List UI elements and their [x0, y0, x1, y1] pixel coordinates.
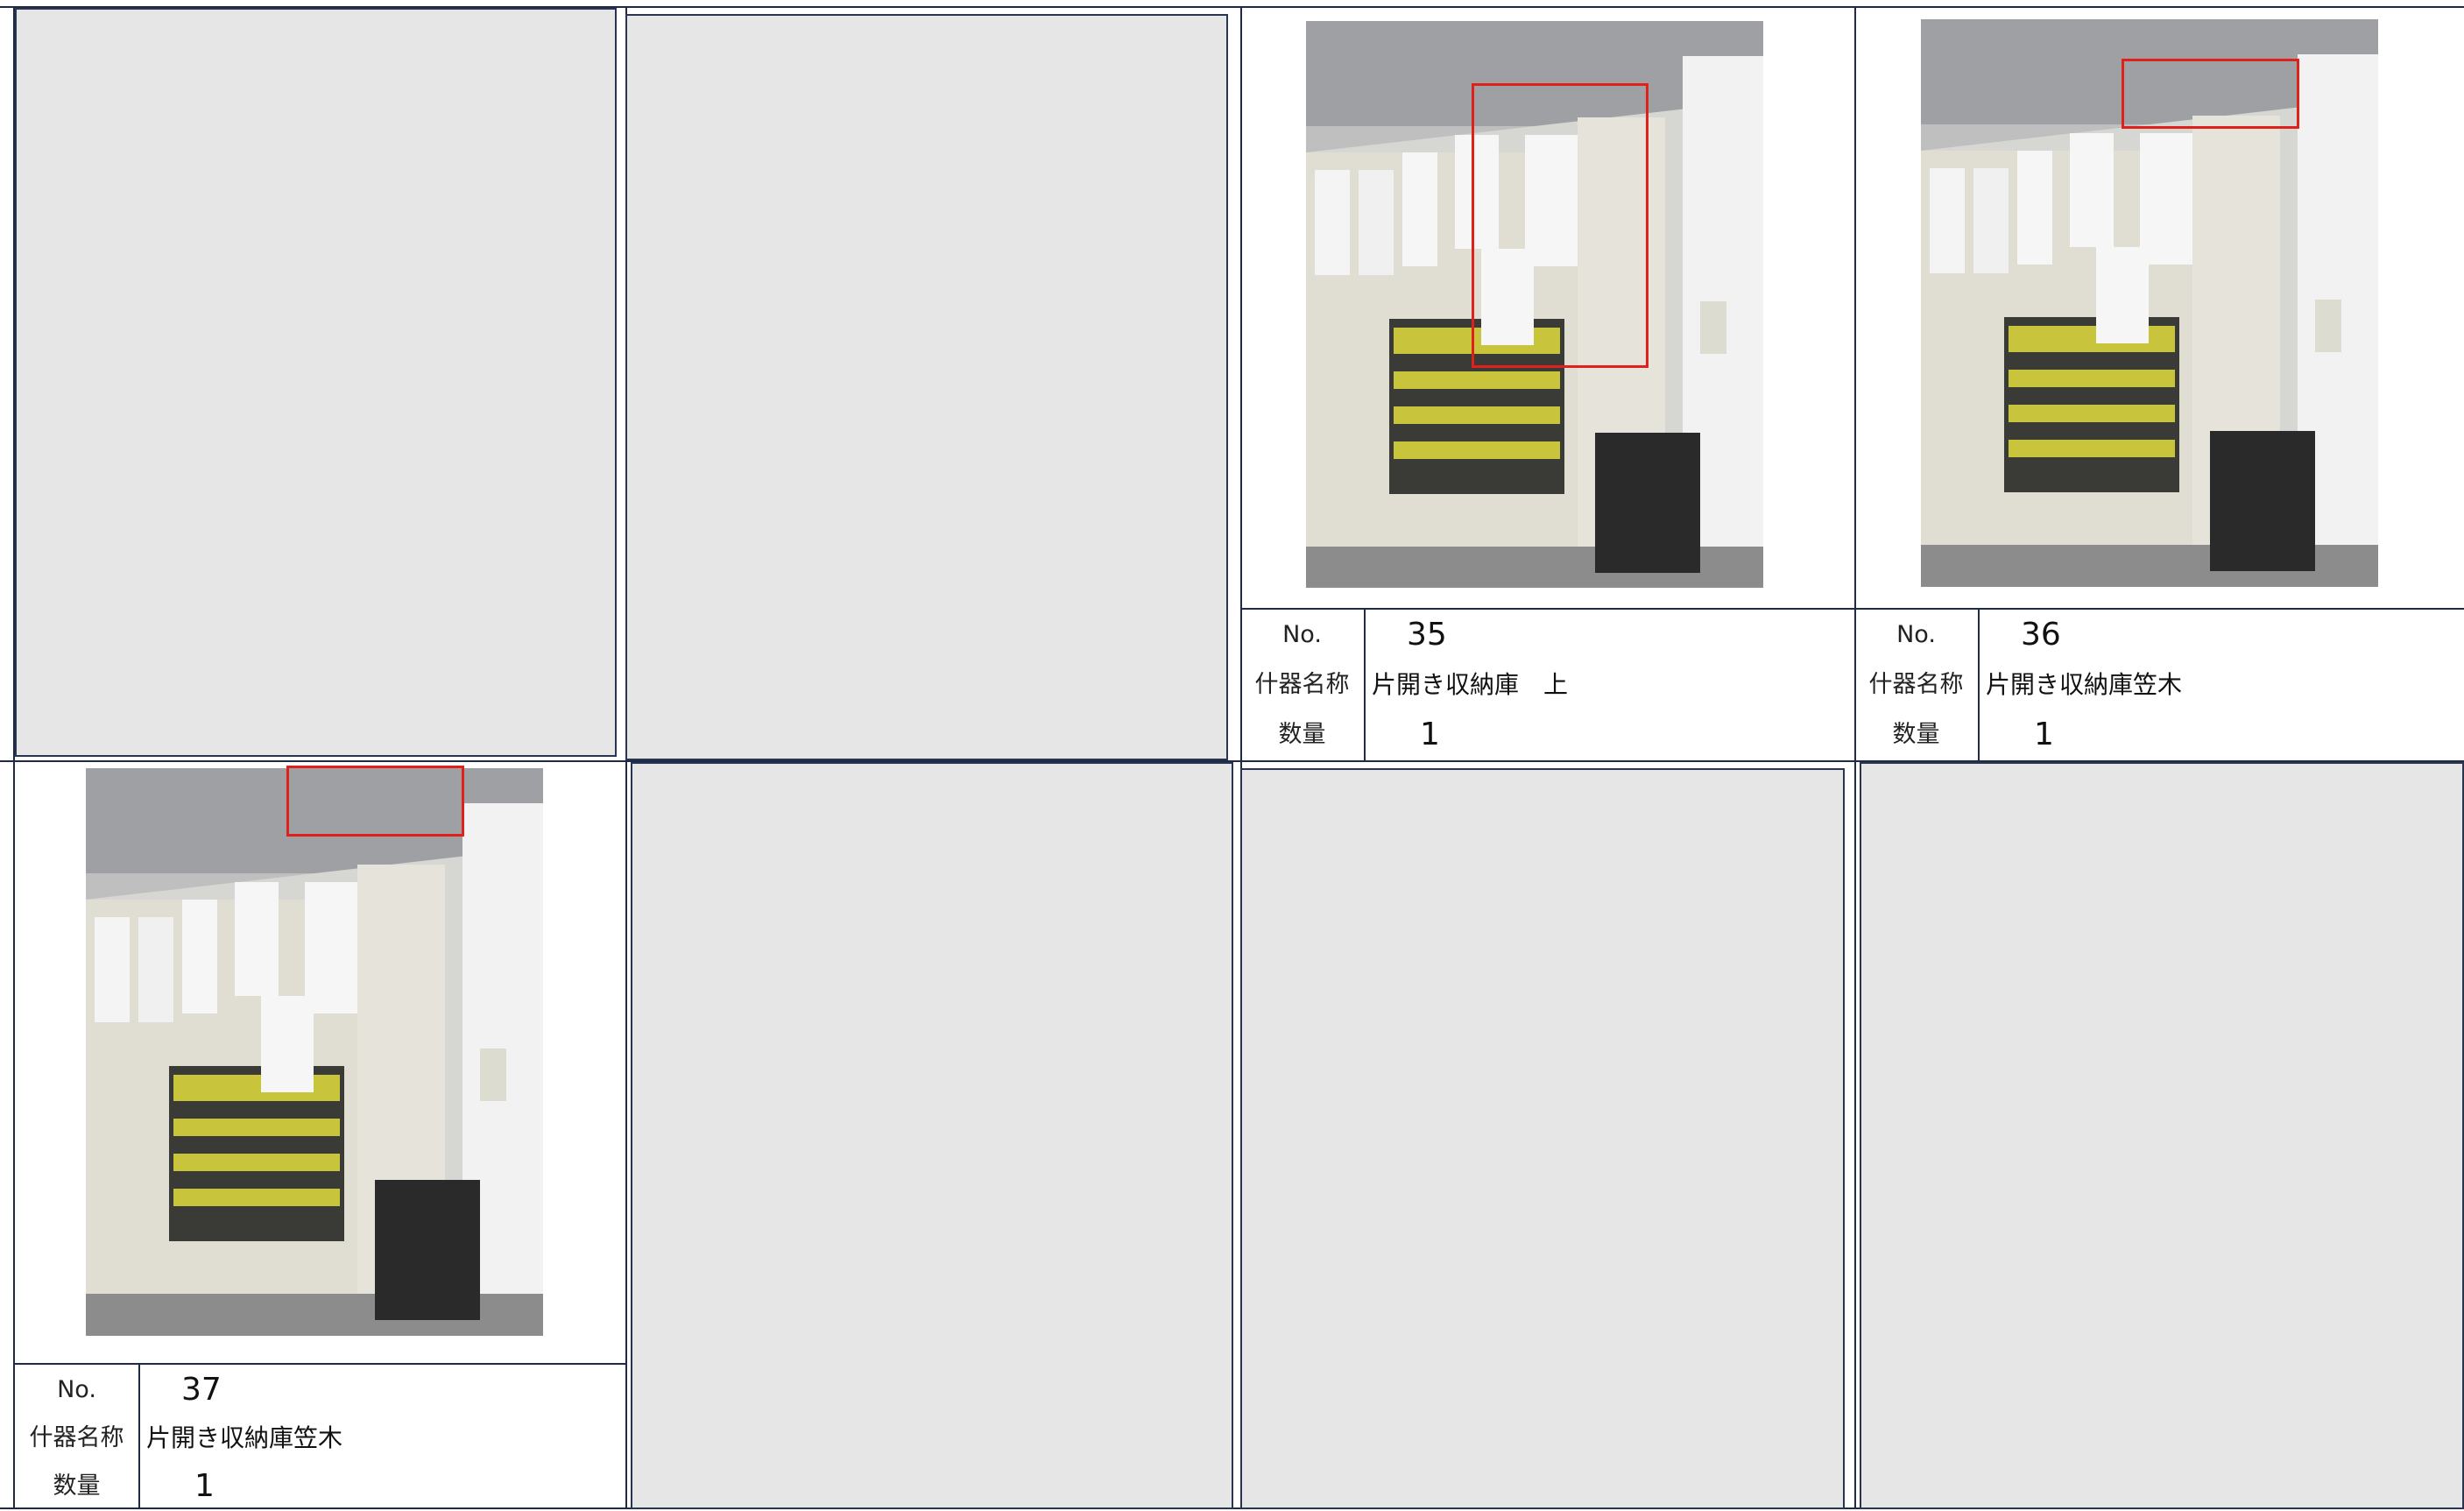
photo-record-sheet: No. 35 什器名称 片開き収納庫 上 数量 1 No. 36 什器名称 片開… — [0, 0, 2464, 1509]
highlight-box — [2122, 59, 2299, 129]
label-name: 什器名称 — [29, 1424, 124, 1451]
label-qty: 数量 — [1892, 721, 1940, 748]
value-no: 36 — [2021, 617, 2061, 653]
empty-photo-slot — [1240, 768, 1845, 1509]
empty-photo-slot — [15, 8, 617, 757]
value-name: 片開き収納庫 上 — [1372, 670, 1569, 699]
item-photo — [86, 768, 543, 1336]
item-info-table: No. 36 什器名称 片開き収納庫笠木 数量 1 — [1854, 608, 2464, 761]
row-name: 什器名称 片開き収納庫 上 — [1240, 660, 1854, 710]
row-no: No. 35 — [1240, 610, 1854, 660]
empty-photo-slot — [1860, 762, 2464, 1509]
row-qty: 数量 1 — [1240, 710, 1854, 759]
row-qty: 数量 1 — [15, 1461, 625, 1511]
label-qty: 数量 — [1278, 721, 1326, 748]
item-info-table: No. 37 什器名称 片開き収納庫笠木 数量 1 — [15, 1363, 625, 1509]
label-no: No. — [1282, 621, 1322, 648]
value-qty: 1 — [194, 1468, 215, 1504]
value-name: 片開き収納庫笠木 — [1986, 670, 2183, 699]
value-no: 37 — [181, 1372, 222, 1408]
item-info-table: No. 35 什器名称 片開き収納庫 上 数量 1 — [1240, 608, 1854, 761]
row-no: No. 36 — [1854, 610, 2464, 660]
row-name: 什器名称 片開き収納庫笠木 — [15, 1413, 625, 1463]
label-name: 什器名称 — [1254, 671, 1350, 698]
row-no: No. 37 — [15, 1365, 625, 1415]
label-qty: 数量 — [53, 1472, 101, 1500]
value-qty: 1 — [2034, 717, 2054, 752]
highlight-box — [1472, 83, 1649, 368]
value-no: 35 — [1407, 617, 1447, 653]
value-name: 片開き収納庫笠木 — [146, 1423, 343, 1452]
label-name: 什器名称 — [1868, 671, 1964, 698]
empty-photo-slot — [625, 14, 1228, 760]
value-qty: 1 — [1420, 717, 1440, 752]
label-no: No. — [1896, 621, 1936, 648]
highlight-box — [286, 766, 464, 837]
row-qty: 数量 1 — [1854, 710, 2464, 759]
row-name: 什器名称 片開き収納庫笠木 — [1854, 660, 2464, 710]
empty-photo-slot — [631, 762, 1233, 1509]
label-no: No. — [57, 1376, 96, 1403]
